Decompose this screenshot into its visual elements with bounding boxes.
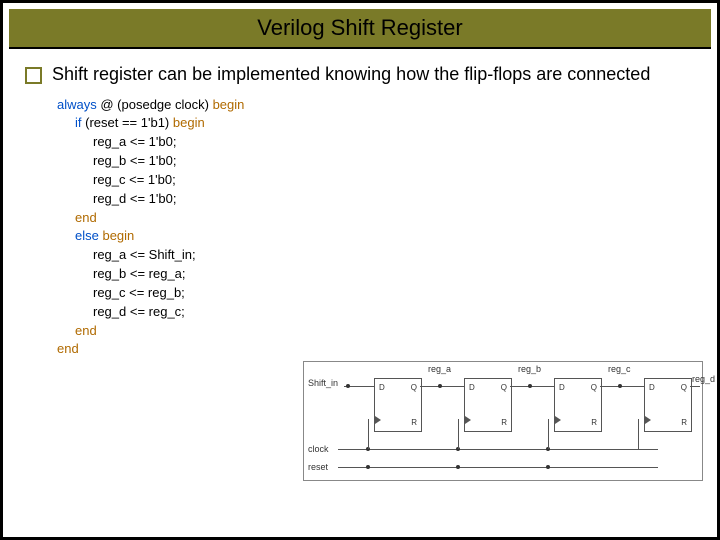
label-reg-d: reg_d	[692, 374, 715, 384]
node-dot	[618, 384, 622, 388]
kw-begin: begin	[213, 97, 245, 112]
port-d: D	[649, 383, 655, 392]
label-reg-c: reg_c	[608, 364, 631, 374]
verilog-code-block: always @ (posedge clock) begin if (reset…	[57, 96, 697, 360]
node-dot	[546, 465, 550, 469]
label-shift-in: Shift_in	[308, 378, 338, 388]
wire	[638, 419, 639, 449]
kw-begin: begin	[102, 228, 134, 243]
clock-triangle-icon	[375, 416, 381, 424]
node-dot	[438, 384, 442, 388]
flipflop-c: D Q R	[554, 378, 602, 432]
shift-register-schematic: Shift_in clock reset D Q R D Q R D Q R D…	[303, 361, 703, 481]
code-line: reg_d <= 1'b0;	[57, 190, 697, 209]
code-line: end	[57, 340, 697, 359]
code-text: reg_d <= reg_c;	[57, 303, 185, 322]
node-dot	[346, 384, 350, 388]
wire-clock	[338, 449, 658, 450]
port-d: D	[379, 383, 385, 392]
wire	[458, 419, 459, 449]
kw-always: always	[57, 97, 97, 112]
code-line: reg_b <= reg_a;	[57, 265, 697, 284]
clock-triangle-icon	[465, 416, 471, 424]
bullet-square-icon	[25, 67, 42, 84]
wire	[368, 419, 369, 449]
code-text: reg_a <= 1'b0;	[57, 133, 176, 152]
bullet-text: Shift register can be implemented knowin…	[52, 63, 650, 86]
flipflop-a: D Q R	[374, 378, 422, 432]
node-dot	[456, 465, 460, 469]
title-bar: Verilog Shift Register	[9, 9, 711, 49]
clock-triangle-icon	[645, 416, 651, 424]
label-clock: clock	[308, 444, 329, 454]
wire	[600, 386, 644, 387]
kw-end: end	[57, 341, 79, 356]
slide-title: Verilog Shift Register	[257, 15, 462, 41]
clock-triangle-icon	[555, 416, 561, 424]
code-line: reg_d <= reg_c;	[57, 303, 697, 322]
code-line: reg_a <= Shift_in;	[57, 246, 697, 265]
code-line: reg_c <= 1'b0;	[57, 171, 697, 190]
code-text: reg_b <= reg_a;	[57, 265, 186, 284]
kw-end: end	[57, 209, 97, 228]
code-line: if (reset == 1'b1) begin	[57, 114, 697, 133]
node-dot	[366, 465, 370, 469]
label-reg-a: reg_a	[428, 364, 451, 374]
flipflop-b: D Q R	[464, 378, 512, 432]
kw-begin: begin	[173, 115, 205, 130]
port-q: Q	[681, 383, 687, 392]
wire	[548, 419, 549, 449]
port-r: R	[681, 418, 687, 427]
label-reset: reset	[308, 462, 328, 472]
code-text: (reset == 1'b1)	[82, 115, 173, 130]
slide-frame: Verilog Shift Register Shift register ca…	[0, 0, 720, 540]
port-d: D	[559, 383, 565, 392]
code-text: reg_c <= reg_b;	[57, 284, 185, 303]
port-q: Q	[411, 383, 417, 392]
code-text: reg_c <= 1'b0;	[57, 171, 176, 190]
code-text: reg_d <= 1'b0;	[57, 190, 176, 209]
node-dot	[528, 384, 532, 388]
code-line: reg_b <= 1'b0;	[57, 152, 697, 171]
flipflop-d: D Q R	[644, 378, 692, 432]
wire	[510, 386, 554, 387]
port-r: R	[591, 418, 597, 427]
port-d: D	[469, 383, 475, 392]
label-reg-b: reg_b	[518, 364, 541, 374]
bullet-item: Shift register can be implemented knowin…	[25, 63, 697, 86]
slide-content: Shift register can be implemented knowin…	[3, 49, 717, 359]
code-text: reg_b <= 1'b0;	[57, 152, 176, 171]
code-line: end	[57, 322, 697, 341]
wire-reset	[338, 467, 658, 468]
code-line: else begin	[57, 227, 697, 246]
port-q: Q	[501, 383, 507, 392]
code-line: reg_a <= 1'b0;	[57, 133, 697, 152]
indent: if (reset == 1'b1) begin	[57, 114, 205, 133]
code-text: reg_a <= Shift_in;	[57, 246, 196, 265]
code-line: always @ (posedge clock) begin	[57, 96, 697, 115]
port-q: Q	[591, 383, 597, 392]
code-line: end	[57, 209, 697, 228]
port-r: R	[411, 418, 417, 427]
kw-else: else	[75, 228, 102, 243]
port-r: R	[501, 418, 507, 427]
kw-end: end	[57, 322, 97, 341]
indent: else begin	[57, 227, 134, 246]
code-line: reg_c <= reg_b;	[57, 284, 697, 303]
code-text: @ (posedge clock)	[97, 97, 213, 112]
wire	[420, 386, 464, 387]
wire	[690, 386, 700, 387]
